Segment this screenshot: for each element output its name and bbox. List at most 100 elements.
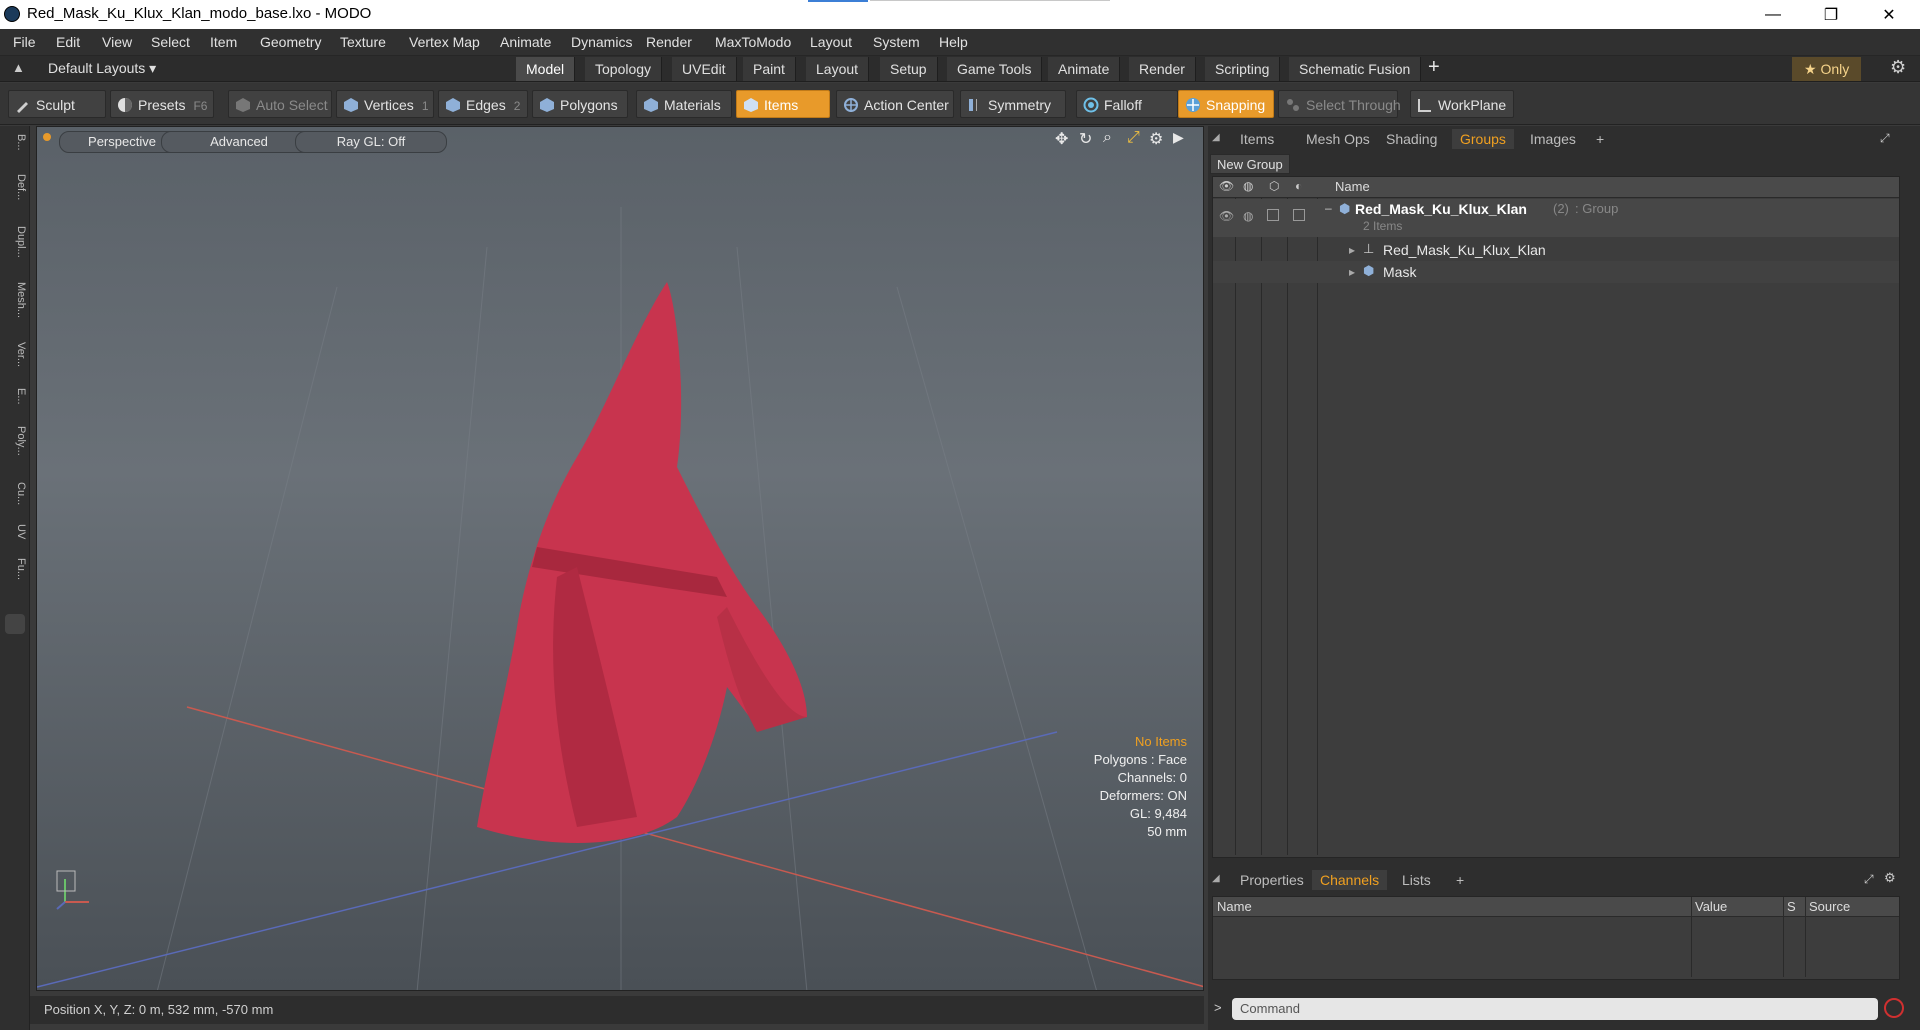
items-button[interactable]: Items — [736, 90, 830, 118]
left-tab-curve[interactable]: Cu... — [3, 482, 27, 505]
falloff-button[interactable]: Falloff — [1076, 90, 1178, 118]
left-tab-polygon[interactable]: Poly... — [3, 426, 27, 456]
tab-render[interactable]: Render — [1129, 57, 1196, 81]
left-tab-deform[interactable]: Def... — [3, 174, 27, 200]
left-tab-vertex[interactable]: Ver... — [3, 342, 27, 367]
tab-shading[interactable]: Shading — [1378, 129, 1445, 149]
collapse-arrow-icon[interactable]: – — [1325, 201, 1332, 215]
layout-selector[interactable]: Default Layouts ▾ — [48, 60, 156, 77]
menu-render[interactable]: Render — [646, 34, 692, 50]
restore-button[interactable]: ❐ — [1802, 0, 1860, 29]
bottom-panel-expand-icon[interactable]: ⤢ — [1864, 872, 1874, 887]
record-icon[interactable] — [1884, 998, 1904, 1018]
tab-scripting[interactable]: Scripting — [1205, 57, 1281, 81]
tab-animate[interactable]: Animate — [1048, 57, 1121, 81]
lock-checkbox[interactable] — [1267, 209, 1279, 221]
menu-help[interactable]: Help — [939, 34, 968, 50]
menu-layout[interactable]: Layout — [810, 34, 852, 50]
gear-icon[interactable]: ⚙ — [1890, 57, 1906, 78]
tab-uvedit[interactable]: UVEdit — [672, 57, 737, 81]
channels-stat: Channels: 0 — [1117, 770, 1187, 785]
menu-texture[interactable]: Texture — [340, 34, 386, 50]
left-tab-fusion[interactable]: Fu... — [3, 558, 27, 580]
channel-source-header[interactable]: Source — [1809, 899, 1850, 914]
tab-model[interactable]: Model — [516, 57, 576, 81]
panel-expand-icon[interactable]: ⤢ — [1880, 131, 1890, 146]
menu-select[interactable]: Select — [151, 34, 190, 50]
name-column-header[interactable]: Name — [1335, 179, 1370, 194]
tab-groups[interactable]: Groups — [1452, 129, 1514, 149]
menu-file[interactable]: File — [13, 34, 36, 50]
menu-edit[interactable]: Edit — [56, 34, 80, 50]
left-tab-uv[interactable]: UV — [3, 524, 27, 539]
tab-schematic-fusion[interactable]: Schematic Fusion — [1289, 57, 1422, 81]
menu-system[interactable]: System — [873, 34, 920, 50]
panel-menu-icon-bottom[interactable]: ◢ — [1212, 873, 1220, 884]
3d-viewport[interactable]: Perspective Advanced Ray GL: Off ✥ ↻ ⌕ ⤢… — [36, 126, 1204, 991]
tab-items[interactable]: Items — [1232, 129, 1282, 149]
tab-paint[interactable]: Paint — [743, 57, 796, 81]
snapping-icon — [1186, 98, 1200, 112]
menu-dynamics[interactable]: Dynamics — [571, 34, 632, 50]
tab-layout[interactable]: Layout — [806, 57, 870, 81]
add-panel-tab-icon[interactable]: + — [1588, 129, 1612, 149]
symmetry-button[interactable]: Symmetry — [960, 90, 1066, 118]
menu-geometry[interactable]: Geometry — [260, 34, 321, 50]
close-button[interactable]: ✕ — [1860, 0, 1918, 29]
menu-vertex-map[interactable]: Vertex Map — [409, 34, 480, 50]
group-count: (2) — [1553, 201, 1569, 216]
polygons-button[interactable]: Polygons — [532, 90, 628, 118]
snapping-button[interactable]: Snapping — [1178, 90, 1274, 118]
sculpt-button[interactable]: Sculpt — [8, 90, 106, 118]
channel-value-header[interactable]: Value — [1695, 899, 1727, 914]
tab-game-tools[interactable]: Game Tools — [947, 57, 1043, 81]
render-column-icon[interactable]: ◍ — [1243, 179, 1253, 193]
tab-lists[interactable]: Lists — [1394, 870, 1439, 890]
left-tab-mesh-edit[interactable]: Mesh... — [3, 282, 27, 318]
menu-view[interactable]: View — [102, 34, 132, 50]
minimize-button[interactable]: — — [1744, 0, 1802, 29]
new-group-button[interactable]: New Group — [1210, 154, 1290, 174]
menu-item[interactable]: Item — [210, 34, 237, 50]
vertices-button[interactable]: Vertices 1 — [336, 90, 434, 118]
left-tab-duplicate[interactable]: Dupl... — [3, 226, 27, 258]
channel-s-header[interactable]: S — [1787, 899, 1796, 914]
menu-animate[interactable]: Animate — [500, 34, 551, 50]
left-tab-basic[interactable]: B... — [3, 134, 27, 151]
channel-name-header[interactable]: Name — [1217, 899, 1252, 914]
tab-images[interactable]: Images — [1522, 129, 1584, 149]
bottom-panel-settings-icon[interactable]: ⚙ — [1884, 870, 1896, 886]
select-checkbox[interactable] — [1293, 209, 1305, 221]
presets-button[interactable]: Presets F6 — [110, 90, 214, 118]
layout-collapse-icon[interactable]: ▲ — [12, 60, 25, 75]
tab-properties[interactable]: Properties — [1232, 870, 1312, 890]
list-item[interactable]: ▸ ⬢ Mask — [1213, 261, 1899, 283]
eye-icon[interactable]: 👁 — [1219, 209, 1234, 223]
action-center-button[interactable]: Action Center — [836, 90, 954, 118]
panel-menu-icon[interactable]: ◢ — [1212, 132, 1220, 143]
materials-button[interactable]: Materials — [636, 90, 732, 118]
list-item[interactable]: ▸ ⊥ Red_Mask_Ku_Klux_Klan — [1213, 239, 1899, 261]
select-through-button[interactable]: Select Through — [1278, 90, 1401, 118]
edges-button[interactable]: Edges 2 — [438, 90, 528, 118]
select-column-icon[interactable]: ◐ — [1295, 179, 1302, 193]
strip-toggle-button[interactable] — [5, 614, 25, 634]
render-toggle-icon[interactable]: ◍ — [1243, 209, 1253, 223]
tab-mesh-ops[interactable]: Mesh Ops — [1298, 129, 1378, 149]
group-row[interactable]: 👁 ◍ – ⬢ Red_Mask_Ku_Klux_Klan (2) : Grou… — [1213, 199, 1899, 237]
visibility-column-icon[interactable]: 👁 — [1219, 179, 1234, 193]
tab-setup[interactable]: Setup — [880, 57, 938, 81]
add-bottom-tab-icon[interactable]: + — [1448, 870, 1472, 890]
tab-channels[interactable]: Channels — [1312, 870, 1388, 890]
workplane-button[interactable]: WorkPlane — [1410, 90, 1514, 118]
locator-icon: ⊥ — [1363, 241, 1375, 256]
left-tab-edge[interactable]: E... — [3, 388, 27, 405]
status-bar: Position X, Y, Z: 0 m, 532 mm, -570 mm — [30, 996, 1204, 1024]
menu-maxtomodo[interactable]: MaxToModo — [715, 34, 791, 50]
command-input[interactable]: Command — [1232, 998, 1878, 1020]
lock-column-icon[interactable]: ⬡ — [1269, 179, 1279, 193]
auto-select-button[interactable]: Auto Select — [228, 90, 332, 118]
tab-topology[interactable]: Topology — [585, 57, 663, 81]
only-toggle[interactable]: ★ Only — [1792, 57, 1862, 81]
add-tab-icon[interactable]: + — [1428, 56, 1440, 79]
